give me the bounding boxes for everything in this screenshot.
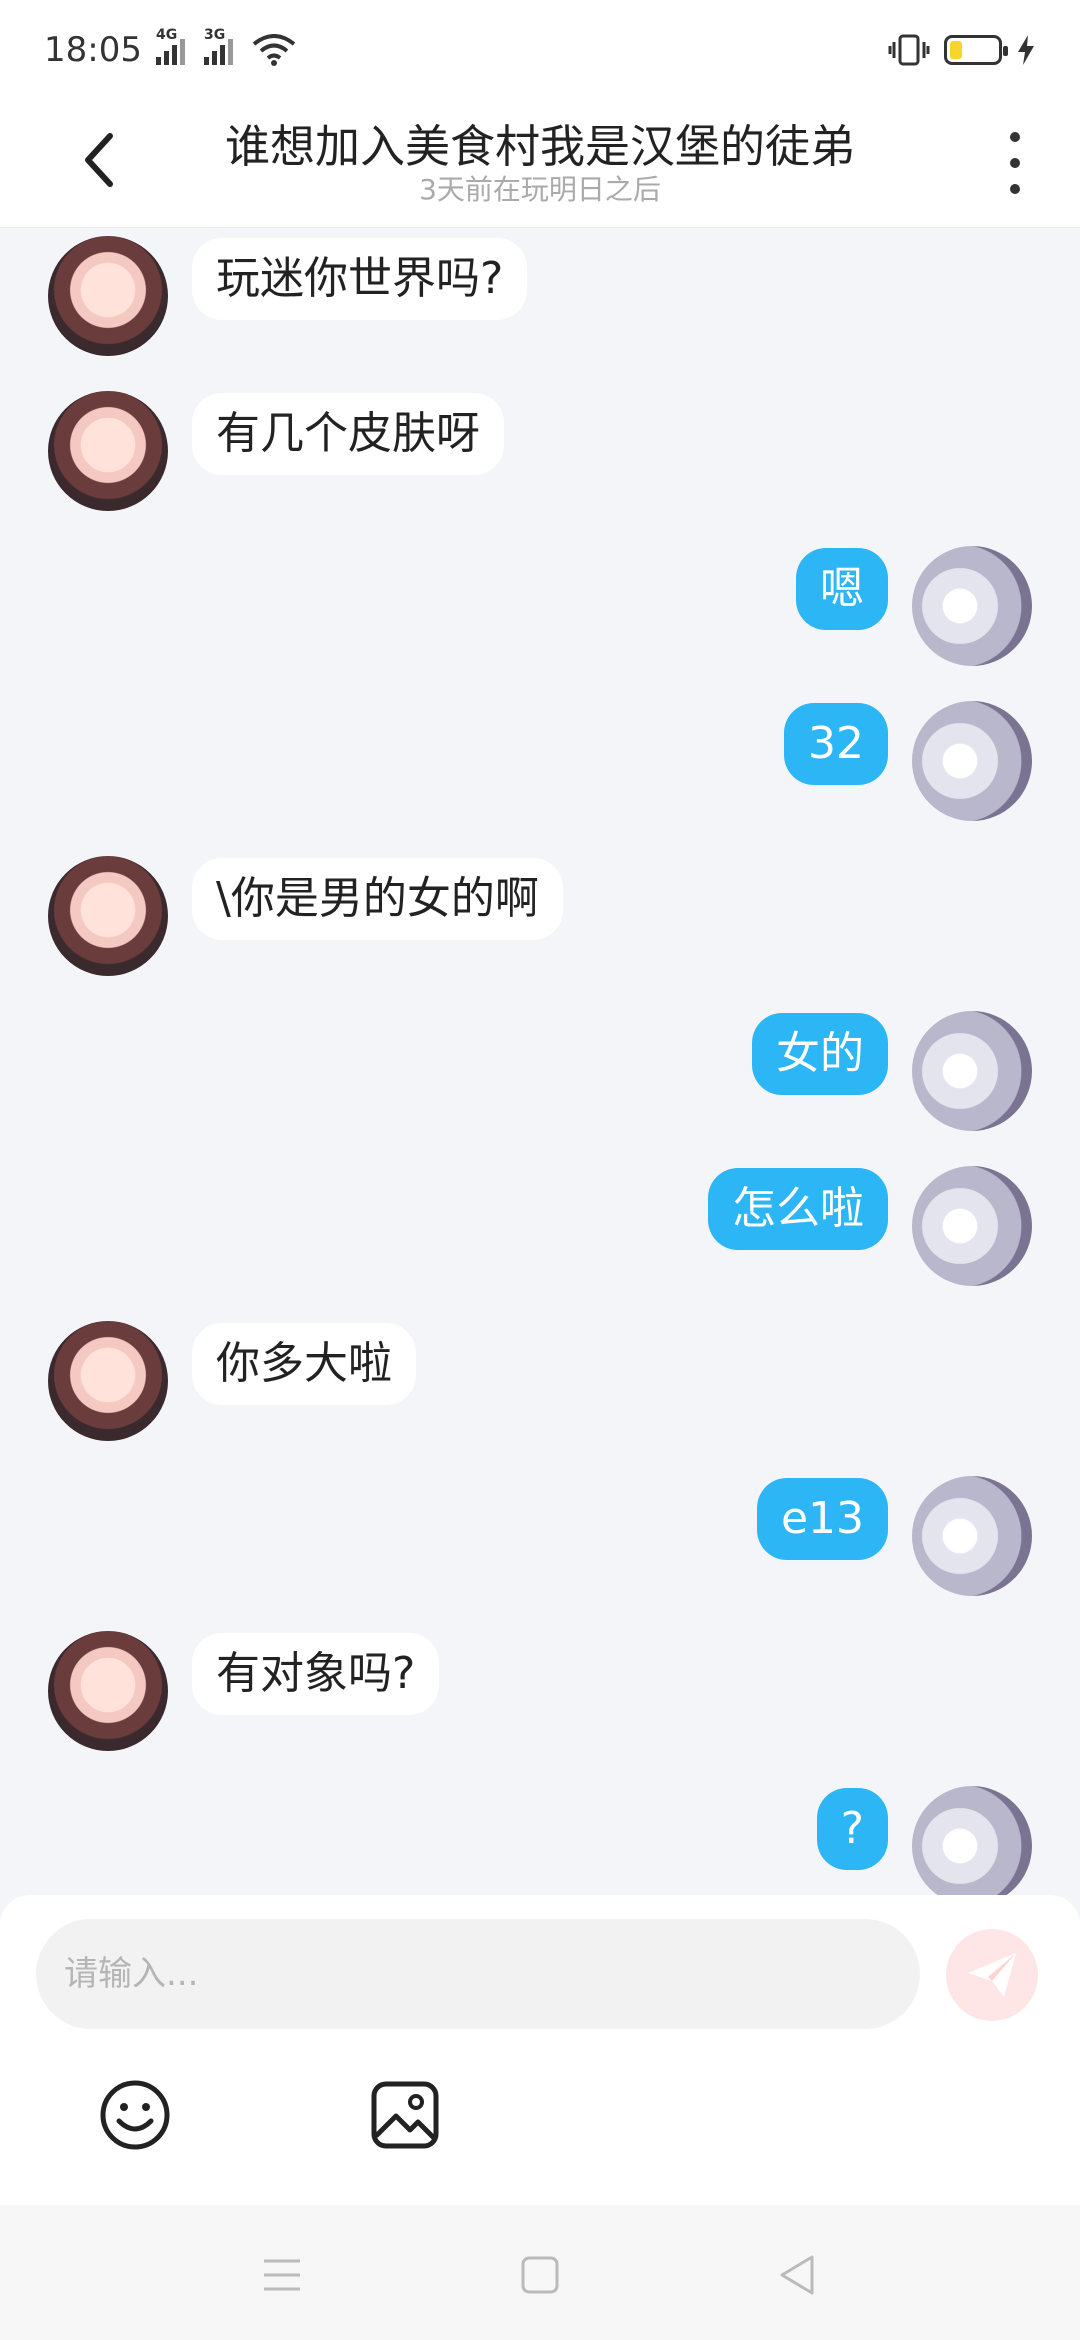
send-button[interactable]: [946, 1929, 1038, 2021]
wifi-icon: [252, 34, 296, 66]
message-outgoing: 32: [0, 693, 1080, 823]
message-bubble[interactable]: 怎么啦: [708, 1168, 888, 1250]
charging-icon: [1018, 35, 1034, 65]
avatar-contact[interactable]: [48, 1631, 168, 1751]
more-options-button[interactable]: [1000, 128, 1030, 198]
avatar-self[interactable]: [912, 1011, 1032, 1131]
triangle-back-icon: [780, 2255, 814, 2295]
more-vertical-icon: [1010, 132, 1020, 194]
vibrate-icon: [888, 34, 930, 66]
avatar-self[interactable]: [912, 546, 1032, 666]
emoji-button[interactable]: [95, 2075, 175, 2155]
chat-header: 谁想加入美食村我是汉堡的徒弟 3天前在玩明日之后: [0, 100, 1080, 228]
image-button[interactable]: [365, 2075, 445, 2155]
nav-back-button[interactable]: [766, 2245, 826, 2305]
avatar-self[interactable]: [912, 701, 1032, 821]
message-outgoing: 怎么啦: [0, 1158, 1080, 1288]
menu-icon: [264, 2259, 300, 2291]
avatar-self[interactable]: [912, 1476, 1032, 1596]
nav-home-button[interactable]: [510, 2245, 570, 2305]
paper-plane-icon: [968, 1953, 1016, 1997]
avatar-contact[interactable]: [48, 236, 168, 356]
avatar-contact[interactable]: [48, 1321, 168, 1441]
battery-icon: [944, 35, 1008, 65]
message-incoming: 你多大啦: [0, 1313, 1080, 1443]
square-icon: [521, 2256, 559, 2294]
message-incoming: 有几个皮肤呀: [0, 383, 1080, 513]
message-bubble[interactable]: ?: [816, 1788, 888, 1870]
message-bubble[interactable]: 有几个皮肤呀: [192, 393, 504, 475]
message-bubble[interactable]: 32: [784, 703, 888, 785]
message-bubble[interactable]: e13: [756, 1478, 888, 1560]
message-composer: [0, 1895, 1080, 2205]
signal-3g-icon: 3G: [203, 27, 238, 65]
message-outgoing: e13: [0, 1468, 1080, 1598]
chat-subtitle: 3天前在玩明日之后: [419, 173, 661, 206]
message-bubble[interactable]: \你是男的女的啊: [192, 858, 563, 940]
status-bar: 18:05 4G 3G: [0, 0, 1080, 100]
message-outgoing: 女的: [0, 1003, 1080, 1133]
message-outgoing: 嗯: [0, 538, 1080, 668]
smiley-icon: [100, 2080, 170, 2150]
message-bubble[interactable]: 女的: [752, 1013, 888, 1095]
message-list[interactable]: 玩迷你世界吗? 有几个皮肤呀 嗯 32 \你是男的女的啊 女的 怎么啦 你多大啦…: [0, 228, 1080, 1898]
message-bubble[interactable]: 嗯: [796, 548, 888, 630]
status-time: 18:05: [44, 30, 142, 70]
nav-menu-button[interactable]: [252, 2245, 312, 2305]
avatar-contact[interactable]: [48, 856, 168, 976]
chat-title: 谁想加入美食村我是汉堡的徒弟: [224, 120, 855, 173]
avatar-contact[interactable]: [48, 391, 168, 511]
image-icon: [371, 2081, 439, 2149]
message-bubble[interactable]: 你多大啦: [192, 1323, 416, 1405]
message-bubble[interactable]: 有对象吗?: [192, 1633, 440, 1715]
avatar-self[interactable]: [912, 1786, 1032, 1898]
message-bubble[interactable]: 玩迷你世界吗?: [192, 238, 528, 320]
message-incoming: 有对象吗?: [0, 1623, 1080, 1753]
message-incoming: 玩迷你世界吗?: [0, 228, 1080, 358]
message-outgoing: ?: [0, 1778, 1080, 1898]
signal-4g-icon: 4G: [155, 27, 190, 65]
message-incoming: \你是男的女的啊: [0, 848, 1080, 978]
message-input[interactable]: [36, 1919, 920, 2029]
system-nav-bar: [0, 2205, 1080, 2340]
avatar-self[interactable]: [912, 1166, 1032, 1286]
